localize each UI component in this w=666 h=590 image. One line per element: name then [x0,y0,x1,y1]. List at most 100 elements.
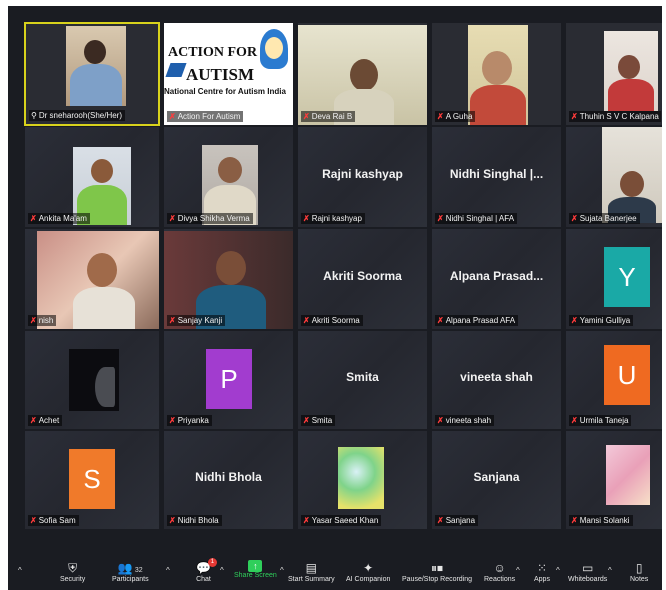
participant-tile[interactable]: Y ✗ Yamini Gulliya [565,228,662,330]
participants-count: 32 [134,567,143,574]
apps-icon: ⁙ [536,561,548,575]
participant-name-label: ⚲ Dr sneharooh(She/Her) [29,110,126,121]
participant-tile[interactable]: vineeta shah ✗ vineeta shah [431,330,562,430]
security-button[interactable]: ⛨ Security [60,560,85,583]
participant-name-label: ✗ Divya Shikha Verma [167,213,253,224]
participant-tile[interactable]: ✗ Deva Rai B [297,22,428,126]
participant-name-label: ✗ Achet [28,415,63,426]
participant-display-name: Sanjana [473,470,520,485]
participant-video [604,31,658,111]
logo-text-line: ACTION FOR [168,45,258,60]
pause-stop-recording-button[interactable]: ⏸⏹ Pause/Stop Recording [402,560,472,583]
muted-mic-icon: ✗ [437,112,444,121]
shield-icon: ⛨ [68,561,78,575]
participant-tile[interactable]: ✗ A Guha [431,22,562,126]
participant-name-label: ✗ Rajni kashyap [301,213,365,224]
participants-label: Participants [112,576,149,583]
reactions-button[interactable]: ☺ Reactions [484,560,515,583]
chevron-up-icon[interactable]: ^ [166,566,170,575]
smiley-plus-icon: ☺ [493,561,506,575]
apps-button[interactable]: ⁙ Apps [534,560,550,583]
participant-tile[interactable]: P ✗ Priyanka [163,330,294,430]
participant-tile[interactable]: Akriti Soorma ✗ Akriti Soorma [297,228,428,330]
participant-video [66,26,126,106]
chat-button[interactable]: 💬 1 Chat [196,558,217,583]
chevron-up-icon[interactable]: ^ [220,566,224,575]
participant-display-name: vineeta shah [460,370,533,385]
participant-name-label: ✗ Nidhi Bhola [167,515,222,526]
summary-icon: ▤ [305,561,318,575]
participant-name-label: ✗ Sanjana [435,515,479,526]
participant-tile[interactable]: ✗ Sanjay Kanji [163,228,294,330]
share-screen-icon: ↑ [248,560,263,572]
participant-tile[interactable]: ✗ Thuhin S V C Kalpana [565,22,662,126]
participant-tile[interactable]: ✗ Sujata Banerjee [565,126,662,228]
participant-video [468,25,528,125]
participant-avatar: Y [604,247,650,307]
reactions-label: Reactions [484,576,516,583]
participant-video [298,25,427,125]
muted-mic-icon: ✗ [30,316,37,325]
notes-button[interactable]: ▯ Notes [630,560,648,583]
muted-mic-icon: ✗ [571,516,578,525]
participant-tile[interactable]: ✗ Mansi Solanki [565,430,662,530]
chevron-up-icon[interactable]: ^ [280,566,284,575]
participant-tile[interactable]: Rajni kashyap ✗ Rajni kashyap [297,126,428,228]
participant-display-name: Alpana Prasad... [449,269,544,283]
muted-mic-icon: ✗ [437,316,444,325]
muted-mic-icon: ✗ [437,516,444,525]
participant-name-label: ✗ Yasar Saeed Khan [301,515,382,526]
participant-name-label: ✗ Sujata Banerjee [569,213,640,224]
participant-name-label: ✗ vineeta shah [435,415,495,426]
muted-mic-icon: ✗ [437,214,444,223]
participant-avatar: S [69,449,115,509]
chevron-up-icon[interactable]: ^ [516,566,520,575]
participant-tile[interactable]: U ✗ Urmila Taneja [565,330,662,430]
participant-tile[interactable]: S ✗ Sofia Sam [24,430,160,530]
participant-tile[interactable]: Alpana Prasad... ✗ Alpana Prasad AFA [431,228,562,330]
sparkle-icon: ✦ [363,561,374,575]
participant-tile[interactable]: Nidhi Bhola ✗ Nidhi Bhola [163,430,294,530]
muted-mic-icon: ✗ [169,112,176,121]
participant-display-name: Smita [346,370,379,385]
muted-mic-icon: ✗ [169,316,176,325]
muted-mic-icon: ✗ [437,416,444,425]
gallery-view: ⚲ Dr sneharooh(She/Her) ACTION FOR AUTISM… [24,22,662,530]
participants-button[interactable]: 👥 32 Participants [112,560,149,583]
muted-mic-icon: ✗ [30,214,37,223]
zoom-meeting-window: ⚲ Dr sneharooh(She/Her) ACTION FOR AUTISM… [8,6,662,590]
participant-tile[interactable]: ✗ Ankita Ma'am [24,126,160,228]
participant-tile[interactable]: Nidhi Singhal |... ✗ Nidhi Singhal | AFA [431,126,562,228]
participant-tile[interactable]: ⚲ Dr sneharooh(She/Her) [24,22,160,126]
whiteboards-label: Whiteboards [568,576,608,583]
participant-tile[interactable]: Sanjana ✗ Sanjana [431,430,562,530]
participant-tile[interactable]: ✗ Yasar Saeed Khan [297,430,428,530]
whiteboards-button[interactable]: ▭ Whiteboards [568,560,607,583]
participant-video [69,349,119,411]
share-screen-button[interactable]: ↑ Share Screen [234,560,277,579]
muted-mic-icon: ✗ [169,416,176,425]
muted-mic-icon: ✗ [571,316,578,325]
pause-stop-icon: ⏸⏹ [431,561,444,575]
participant-display-name: Nidhi Singhal |... [449,167,544,181]
people-icon: 👥 32 [117,561,143,575]
chevron-up-icon[interactable]: ^ [18,566,22,575]
start-summary-label: Start Summary [288,576,335,583]
participant-tile[interactable]: Smita ✗ Smita [297,330,428,430]
participant-tile[interactable]: ✗ nish [24,228,160,330]
ai-companion-button[interactable]: ✦ AI Companion [346,560,390,583]
start-summary-button[interactable]: ▤ Start Summary [288,560,335,583]
meeting-toolbar: ^ ⛨ Security 👥 32 Participants ^ 💬 1 Chat … [8,554,662,590]
participant-video [602,127,662,223]
participant-tile[interactable]: ACTION FOR AUTISM National Centre for Au… [163,22,294,126]
chevron-up-icon[interactable]: ^ [608,566,612,575]
participant-tile[interactable]: ✗ Achet [24,330,160,430]
muted-mic-icon: ✗ [303,516,310,525]
muted-mic-icon: ✗ [571,112,578,121]
participant-tile[interactable]: ✗ Divya Shikha Verma [163,126,294,228]
participant-name-label: ✗ Thuhin S V C Kalpana [569,111,662,122]
participant-name-label: ✗ Mansi Solanki [569,515,633,526]
participant-name-label: ✗ Ankita Ma'am [28,213,90,224]
chevron-up-icon[interactable]: ^ [556,566,560,575]
participant-display-name: Akriti Soorma [323,269,402,283]
